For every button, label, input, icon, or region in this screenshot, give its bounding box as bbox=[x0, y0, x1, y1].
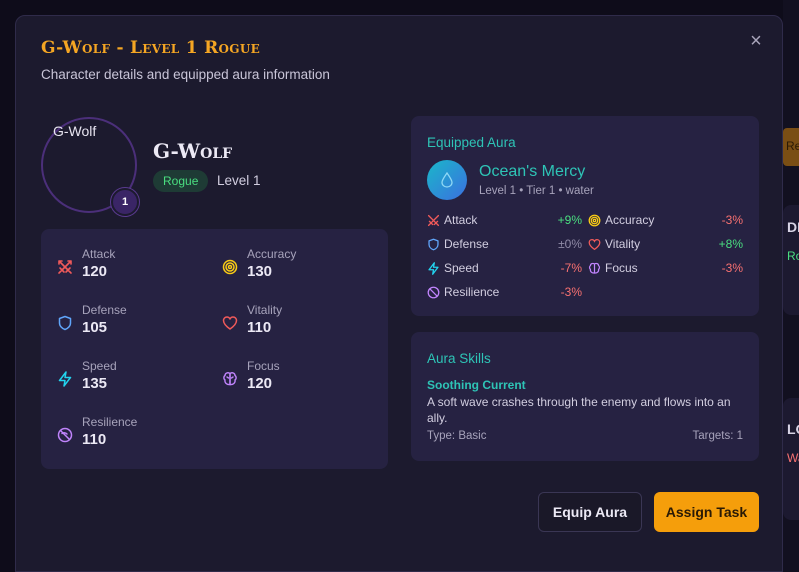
modifier-value: -3% bbox=[721, 261, 743, 275]
stat-speed: Speed 135 bbox=[57, 359, 207, 399]
modifier-label: Speed bbox=[444, 261, 479, 275]
stats-panel: Attack 120 Accuracy 130 Defense 105 Vita… bbox=[41, 229, 388, 469]
dialog-subtitle: Character details and equipped aura info… bbox=[41, 67, 330, 82]
aura-skills-heading: Aura Skills bbox=[427, 351, 491, 366]
stat-defense: Defense 105 bbox=[57, 303, 207, 343]
modifier-label: Resilience bbox=[444, 285, 500, 299]
background-card-class-2: Warrior bbox=[787, 451, 799, 465]
stat-label: Resilience bbox=[82, 415, 138, 429]
skill-description: A soft wave crashes through the enemy an… bbox=[427, 395, 731, 425]
modifier-label: Defense bbox=[444, 237, 489, 251]
stat-value: 110 bbox=[247, 319, 272, 336]
modifier-label: Vitality bbox=[605, 237, 641, 251]
stat-value: 135 bbox=[82, 375, 108, 392]
equipped-aura-panel: Equipped Aura Ocean's Mercy Level 1 • Ti… bbox=[411, 116, 759, 316]
background-card-title: DEC bbox=[787, 219, 799, 235]
avatar-alt-text: G-Wolf bbox=[53, 123, 97, 139]
aura-mod-focus: Focus -3% bbox=[588, 261, 743, 277]
stat-attack: Attack 120 bbox=[57, 247, 207, 287]
stat-label: Defense bbox=[82, 303, 127, 317]
swords-icon bbox=[58, 260, 72, 274]
skill-name: Soothing Current bbox=[427, 378, 526, 392]
level-badge: 1 bbox=[111, 188, 139, 216]
stat-resilience: Resilience 110 bbox=[57, 415, 207, 455]
zap-icon bbox=[58, 371, 72, 387]
modifier-label: Focus bbox=[605, 261, 638, 275]
modifier-value: ±0% bbox=[558, 237, 582, 251]
stat-label: Vitality bbox=[247, 303, 283, 317]
aura-name: Ocean's Mercy bbox=[479, 163, 586, 180]
stat-label: Accuracy bbox=[247, 247, 297, 261]
stat-value: 105 bbox=[82, 319, 108, 336]
assign-task-button[interactable]: Assign Task bbox=[654, 492, 759, 532]
brain-icon bbox=[223, 372, 237, 386]
modifier-value: +9% bbox=[557, 213, 582, 227]
modifier-label: Accuracy bbox=[605, 213, 655, 227]
brain-icon bbox=[588, 262, 601, 274]
droplet-icon bbox=[441, 172, 453, 188]
modifier-value: -7% bbox=[560, 261, 582, 275]
class-badge: Rogue bbox=[153, 170, 209, 192]
background-character-card-2: LO Warrior bbox=[783, 398, 799, 520]
aura-mod-vitality: Vitality +8% bbox=[588, 237, 743, 253]
stat-focus: Focus 120 bbox=[222, 359, 372, 399]
close-button[interactable]: × bbox=[747, 30, 765, 52]
stat-value: 120 bbox=[82, 263, 108, 280]
shield-icon bbox=[58, 315, 72, 331]
aura-mod-defense: Defense ±0% bbox=[427, 237, 582, 253]
background-recruit-button: Recruit bbox=[783, 128, 799, 166]
background-card-class: Rogue bbox=[787, 249, 799, 263]
resilience-icon bbox=[57, 427, 73, 443]
close-icon: × bbox=[750, 30, 762, 52]
heart-icon bbox=[222, 316, 238, 330]
aura-skills-panel: Aura Skills Soothing Current A soft wave… bbox=[411, 332, 759, 461]
modifier-label: Attack bbox=[444, 213, 478, 227]
stat-vitality: Vitality 110 bbox=[222, 303, 372, 343]
heart-icon bbox=[588, 238, 601, 251]
dialog-title: G-Wolf - Level 1 Rogue bbox=[41, 38, 261, 58]
aura-mod-resilience: Resilience -3% bbox=[427, 285, 582, 301]
modifier-value: -3% bbox=[560, 285, 582, 299]
resilience-icon bbox=[427, 286, 440, 299]
stat-label: Focus bbox=[247, 359, 280, 373]
aura-mod-speed: Speed -7% bbox=[427, 261, 582, 277]
background-card-title-2: LO bbox=[787, 421, 799, 437]
character-details-dialog: G-Wolf - Level 1 Rogue Character details… bbox=[15, 15, 783, 572]
modifier-value: +8% bbox=[718, 237, 743, 251]
stat-value: 120 bbox=[247, 375, 273, 392]
stat-label: Attack bbox=[82, 247, 116, 261]
skill-type: Type: Basic bbox=[427, 430, 487, 442]
stat-value: 110 bbox=[82, 431, 107, 448]
stat-accuracy: Accuracy 130 bbox=[222, 247, 372, 287]
aura-meta: Level 1 • Tier 1 • water bbox=[479, 185, 594, 197]
shield-icon bbox=[428, 238, 439, 251]
background-character-card: DEC Rogue bbox=[783, 205, 799, 315]
target-icon bbox=[588, 214, 601, 227]
swords-icon bbox=[427, 214, 440, 227]
background-button-label: Recruit bbox=[786, 139, 799, 153]
equip-aura-button[interactable]: Equip Aura bbox=[538, 492, 642, 532]
zap-icon bbox=[428, 262, 439, 275]
aura-orb bbox=[427, 160, 467, 200]
character-name: G-Wolf bbox=[153, 139, 233, 163]
target-icon bbox=[222, 259, 238, 275]
equipped-aura-heading: Equipped Aura bbox=[427, 135, 516, 150]
character-level: Level 1 bbox=[217, 173, 261, 188]
aura-mod-attack: Attack +9% bbox=[427, 213, 582, 229]
modifier-value: -3% bbox=[721, 213, 743, 227]
stat-label: Speed bbox=[82, 359, 117, 373]
aura-mod-accuracy: Accuracy -3% bbox=[588, 213, 743, 229]
stat-value: 130 bbox=[247, 263, 273, 280]
skill-targets: Targets: 1 bbox=[692, 430, 744, 442]
